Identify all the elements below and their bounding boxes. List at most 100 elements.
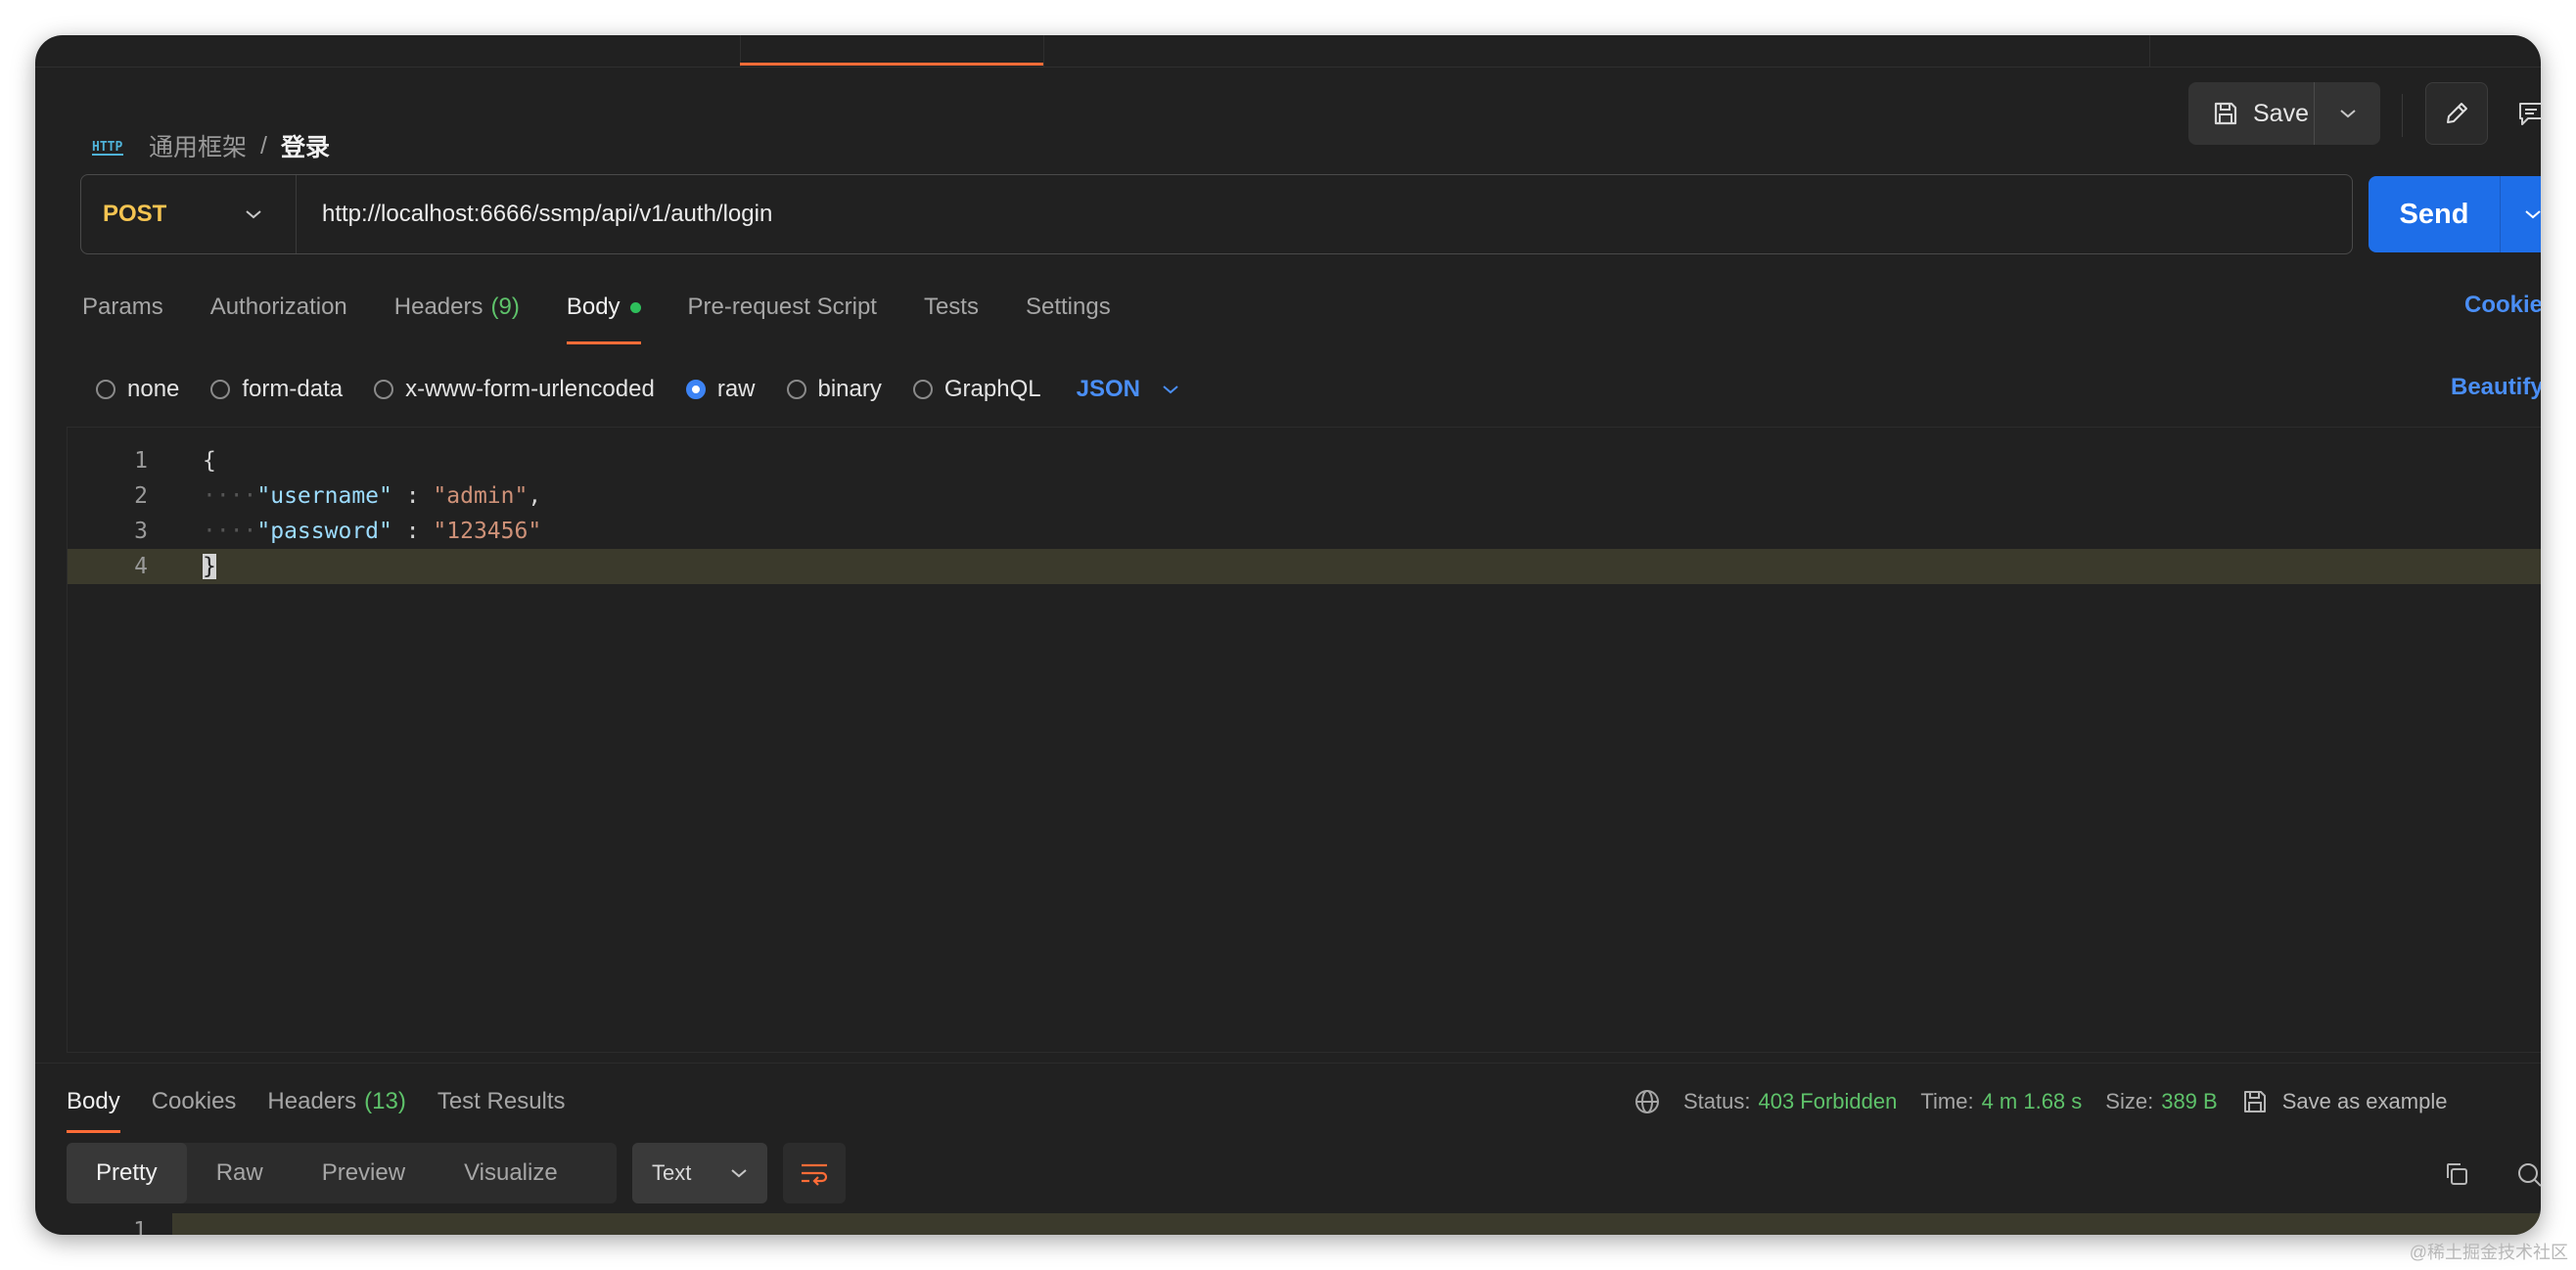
response-format-select[interactable]: Text (632, 1143, 767, 1203)
save-as-example-button[interactable]: Save as example (2241, 1088, 2448, 1115)
line-number: 3 (134, 519, 148, 544)
response-status-bar: Status: 403 Forbidden Time: 4 m 1.68 s S… (1633, 1080, 2447, 1123)
json-key: "username" (256, 483, 392, 509)
save-button-group: Save (2188, 82, 2380, 145)
radio-none[interactable]: none (96, 376, 179, 403)
tab-params[interactable]: Params (82, 286, 163, 329)
send-button[interactable]: Send (2369, 176, 2501, 252)
code-token: { (203, 448, 216, 474)
headers-count: (13) (364, 1088, 406, 1114)
size-value[interactable]: 389 B (2161, 1089, 2218, 1114)
tab-label: Cookies (151, 1088, 237, 1114)
body-editor[interactable]: 1 { 2 ····"username" : "admin", 3 ····"p… (67, 427, 2541, 1053)
radio-label: GraphQL (943, 376, 1041, 402)
status-value[interactable]: 403 Forbidden (1758, 1089, 1897, 1114)
save-button[interactable]: Save (2188, 82, 2314, 145)
url-bar: POST http://localhost:6666/ssmp/api/v1/a… (80, 174, 2353, 254)
breadcrumb-collection[interactable]: 通用框架 (149, 128, 247, 163)
tab-tests[interactable]: Tests (924, 286, 979, 329)
radio-circle (374, 380, 394, 399)
radio-label: x-www-form-urlencoded (405, 376, 655, 402)
radio-graphql[interactable]: GraphQL (912, 376, 1041, 403)
tab-label: Headers (393, 294, 483, 320)
code-text: } (173, 554, 216, 579)
cookies-link[interactable]: Cookies (2464, 292, 2541, 319)
tab-prerequest-script[interactable]: Pre-request Script (688, 286, 877, 329)
tab-label: Headers (267, 1088, 357, 1114)
tab-strip (35, 35, 2541, 68)
beautify-link[interactable]: Beautify (2451, 374, 2541, 401)
tab-headers[interactable]: Headers (9) (394, 286, 520, 329)
tab-body[interactable]: Body (566, 286, 641, 344)
tab-label: Tests (923, 294, 979, 320)
response-format-label: Text (652, 1160, 692, 1185)
view-pretty[interactable]: Pretty (67, 1143, 187, 1203)
response-tab-test-results[interactable]: Test Results (437, 1080, 566, 1123)
pencil-icon (2447, 103, 2467, 123)
tab-label: Params (82, 294, 163, 320)
breadcrumb-request-name[interactable]: 登录 (281, 128, 330, 163)
radio-circle (912, 380, 933, 399)
response-divider[interactable] (35, 1063, 2541, 1064)
active-tab-indicator[interactable] (740, 63, 1043, 66)
wrap-lines-icon (802, 1163, 828, 1186)
method-select[interactable]: POST (81, 175, 297, 253)
tab-label: Settings (1025, 294, 1111, 320)
response-tab-cookies[interactable]: Cookies (152, 1080, 237, 1123)
response-tabs: Body Cookies Headers (13) Test Results (67, 1080, 597, 1133)
body-format-select[interactable]: JSON (1077, 376, 1179, 403)
breadcrumb: 通用框架 / 登录 (149, 129, 330, 162)
response-tab-headers[interactable]: Headers (13) (267, 1080, 405, 1123)
code-text: ····"password" : "123456" (173, 519, 541, 544)
code-text: ····"username" : "admin", (173, 483, 541, 509)
radio-form-data[interactable]: form-data (210, 376, 343, 403)
code-token: } (203, 554, 216, 579)
status-label: Status: (1683, 1089, 1751, 1113)
tab-authorization[interactable]: Authorization (210, 286, 347, 329)
send-options-button[interactable] (2501, 208, 2541, 220)
save-label: Save (2253, 99, 2309, 127)
radio-circle (210, 380, 231, 399)
send-button-group: Send (2369, 176, 2541, 252)
tab-label: Authorization (209, 294, 347, 320)
line-number: 1 (133, 1218, 147, 1235)
comments-button[interactable] (2502, 82, 2541, 145)
save-example-label: Save as example (2281, 1089, 2448, 1113)
method-label: POST (103, 201, 167, 227)
url-input[interactable]: http://localhost:6666/ssmp/api/v1/auth/l… (297, 201, 772, 228)
view-preview[interactable]: Preview (293, 1143, 435, 1203)
radio-label: raw (716, 376, 756, 402)
tab-settings[interactable]: Settings (1026, 286, 1111, 329)
radio-label: none (127, 376, 180, 402)
code-line: 2 ····"username" : "admin", (68, 478, 2541, 514)
body-modified-dot (629, 301, 641, 313)
edit-button[interactable] (2425, 82, 2488, 145)
save-options-button[interactable] (2314, 82, 2380, 145)
indent-guide: ···· (203, 483, 257, 509)
radio-label: form-data (242, 376, 344, 402)
headers-count: (9) (490, 294, 520, 320)
save-icon (2214, 102, 2237, 125)
wrap-lines-button[interactable] (783, 1143, 846, 1203)
json-colon: : (391, 519, 434, 544)
radio-binary[interactable]: binary (786, 376, 882, 403)
copy-button[interactable] (2437, 1155, 2476, 1194)
line-number: 1 (134, 448, 148, 474)
time-value[interactable]: 4 m 1.68 s (1982, 1089, 2083, 1114)
response-tab-body[interactable]: Body (67, 1080, 120, 1133)
copy-icon (2447, 1163, 2467, 1185)
radio-urlencoded[interactable]: x-www-form-urlencoded (374, 376, 655, 403)
radio-raw[interactable]: raw (685, 376, 756, 403)
code-line-current: 4 } (68, 549, 2541, 584)
body-type-options: none form-data x-www-form-urlencoded raw… (96, 372, 1179, 407)
view-raw[interactable]: Raw (187, 1143, 293, 1203)
json-key: "password" (256, 519, 392, 544)
tab-divider (1043, 35, 1044, 67)
search-button[interactable] (2509, 1155, 2541, 1194)
view-visualize[interactable]: Visualize (435, 1143, 587, 1203)
radio-circle-selected (685, 380, 706, 399)
indent-guide: ···· (203, 519, 257, 544)
radio-circle (96, 380, 115, 399)
tab-divider (2149, 35, 2150, 67)
json-trailing: , (528, 483, 542, 509)
